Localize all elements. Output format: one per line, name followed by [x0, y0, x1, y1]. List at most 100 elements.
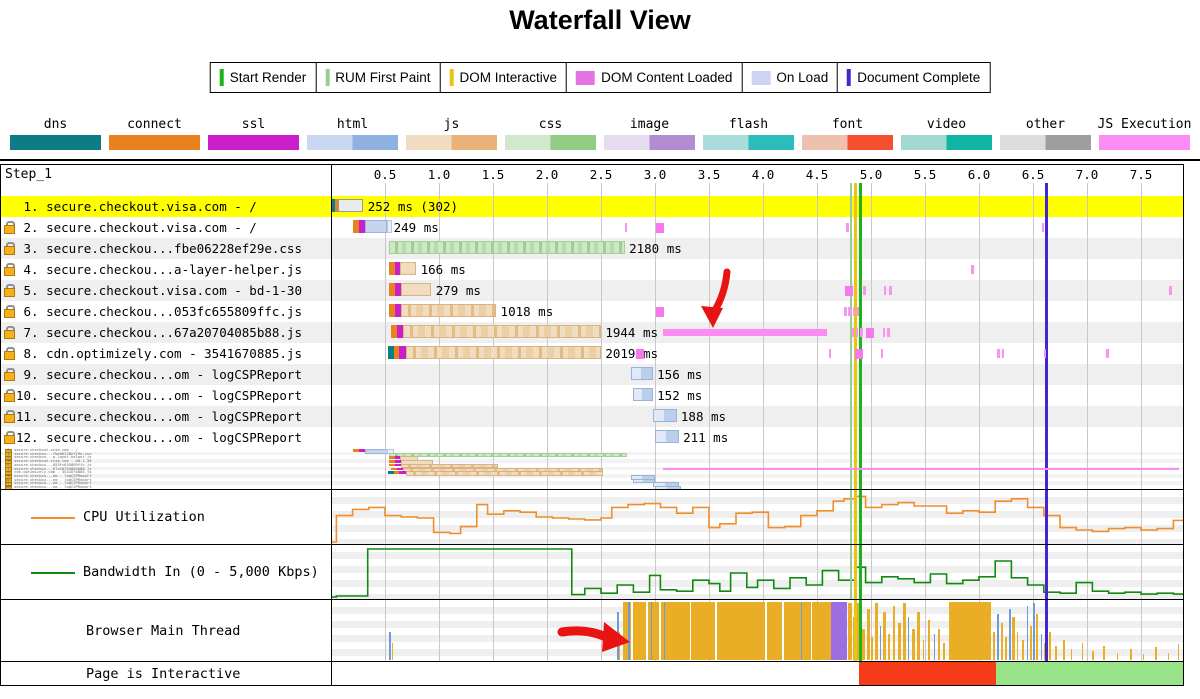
- resource-legend-label: image: [630, 117, 669, 132]
- time-tick-label: 5.5: [907, 167, 943, 182]
- js-exec-tick: [1106, 349, 1109, 358]
- event-legend-label: DOM Content Loaded: [601, 70, 732, 85]
- main-thread-spike: [1117, 653, 1118, 660]
- request-row[interactable]: 1. secure.checkout.visa.com - / 252 ms (3…: [1, 196, 1183, 217]
- request-bar-wait: [338, 199, 363, 212]
- cpu-chart: [331, 490, 1183, 544]
- event-legend: Start RenderRUM First PaintDOM Interacti…: [210, 62, 991, 93]
- request-label[interactable]: 4. secure.checkou...a-layer-helper.js: [4, 262, 302, 277]
- request-row[interactable]: 2. secure.checkout.visa.com - / 249 ms: [1, 217, 1183, 238]
- duration-label: 252 ms (302): [368, 199, 458, 214]
- js-exec-tick: [1169, 286, 1172, 295]
- duration-label: 188 ms: [681, 409, 726, 424]
- event-legend-item: Start Render: [211, 63, 317, 92]
- main-thread-spike: [1168, 653, 1169, 660]
- request-row[interactable]: 12. secure.checkou...om - logCSPReport21…: [1, 427, 1183, 448]
- page-interactive-section: Page is Interactive: [1, 661, 1183, 685]
- request-bar-ssl: [397, 325, 403, 338]
- time-tick-label: 7.0: [1069, 167, 1105, 182]
- js-exec-tick: [846, 223, 849, 232]
- request-label[interactable]: 3. secure.checkou...fbe06228ef29e.css: [4, 241, 302, 256]
- main-thread-spike: [862, 629, 864, 660]
- flash-color-bar: [703, 135, 794, 150]
- main-thread-block: [831, 602, 847, 660]
- request-row[interactable]: 11. secure.checkou...om - logCSPReport 18…: [1, 406, 1183, 427]
- request-row[interactable]: 8. cdn.optimizely.com - 3541670885.js201…: [1, 343, 1183, 364]
- resource-legend-item: css: [501, 117, 600, 150]
- js-exec-tick: [884, 286, 887, 295]
- gridline: [925, 600, 926, 661]
- main-thread-spike: [1036, 614, 1038, 660]
- main-thread-spike: [1063, 640, 1065, 660]
- request-label[interactable]: 10. secure.checkou...om - logCSPReport: [4, 388, 302, 403]
- duration-label: 249 ms: [394, 220, 439, 235]
- resource-legend-label: html: [337, 117, 368, 132]
- time-tick-label: 6.5: [1015, 167, 1051, 182]
- event-line-purple: [1045, 490, 1048, 544]
- other-color-bar: [1000, 135, 1091, 150]
- lock-icon: [4, 326, 15, 339]
- gridline: [547, 600, 548, 661]
- js-exec-block: [636, 349, 644, 359]
- image-color-bar: [604, 135, 695, 150]
- request-row[interactable]: 6. secure.checkou...053fc655809ffc.js 101…: [1, 301, 1183, 322]
- request-label[interactable]: 5. secure.checkout.visa.com - bd-1-30: [4, 283, 302, 298]
- request-row[interactable]: 10. secure.checkou...om - logCSPReport15…: [1, 385, 1183, 406]
- js-exec-tick: [1042, 223, 1045, 232]
- gridline: [493, 600, 494, 661]
- js-exec-block: [656, 307, 664, 317]
- request-label[interactable]: 8. cdn.optimizely.com - 3541670885.js: [4, 346, 302, 361]
- request-label[interactable]: 9. secure.checkou...om - logCSPReport: [4, 367, 302, 382]
- resource-legend-label: dns: [44, 117, 67, 132]
- event-legend-label: On Load: [776, 70, 828, 85]
- duration-label: 2180 ms: [629, 241, 682, 256]
- duration-label: 166 ms: [421, 262, 466, 277]
- main-thread-block: [623, 602, 831, 660]
- request-label[interactable]: 6. secure.checkou...053fc655809ffc.js: [4, 304, 302, 319]
- main-thread-spike: [997, 614, 999, 660]
- resource-legend-label: ssl: [242, 117, 265, 132]
- resource-legend-item: font: [798, 117, 897, 150]
- request-bar-html: [365, 220, 387, 233]
- request-label[interactable]: 12. secure.checkou...om - logCSPReport: [4, 430, 302, 445]
- main-thread-label: Browser Main Thread: [86, 623, 240, 639]
- main-thread-spike: [1030, 626, 1032, 660]
- interactive-green-block: [996, 662, 1183, 685]
- main-thread-gap: [782, 602, 784, 660]
- request-row[interactable]: 4. secure.checkou...a-layer-helper.js 166…: [1, 259, 1183, 280]
- resource-legend-item: dns: [6, 117, 105, 150]
- connect-color-bar: [109, 135, 200, 150]
- request-label[interactable]: 11. secure.checkou...om - logCSPReport: [4, 409, 302, 424]
- request-row[interactable]: 9. secure.checkou...om - logCSPReport156…: [1, 364, 1183, 385]
- resource-legend-item: video: [897, 117, 996, 150]
- main-thread-spike: [888, 634, 890, 660]
- main-thread-spike: [934, 634, 936, 660]
- time-tick-label: 4.0: [745, 167, 781, 182]
- request-bar-html_light: [387, 220, 392, 233]
- event-line-yellow: [854, 490, 857, 544]
- event-legend-label: Document Complete: [857, 70, 980, 85]
- duration-label: 1018 ms: [501, 304, 554, 319]
- request-bar-js_striped: [401, 304, 496, 317]
- resource-legend-item: js: [402, 117, 501, 150]
- request-label[interactable]: 7. secure.checkou...67a20704085b88.js: [4, 325, 302, 340]
- main-thread-spike: [875, 603, 878, 660]
- js-exec-tick: [853, 307, 856, 316]
- request-label[interactable]: 1. secure.checkout.visa.com - /: [4, 199, 257, 214]
- duration-label: 1944 ms: [605, 325, 658, 340]
- request-label[interactable]: 2. secure.checkout.visa.com - /: [4, 220, 257, 235]
- time-tick-label: 6.0: [961, 167, 997, 182]
- request-row[interactable]: 3. secure.checkou...fbe06228ef29e.css 218…: [1, 238, 1183, 259]
- JS Execution-color-bar: [1099, 135, 1190, 150]
- request-bar-js: [401, 283, 431, 296]
- time-tick-label: 2.5: [583, 167, 619, 182]
- request-row[interactable]: 7. secure.checkou...67a20704085b88.js 194…: [1, 322, 1183, 343]
- event-line-yellow: [854, 600, 857, 661]
- gridline: [439, 600, 440, 661]
- dom-content-loaded-chip: [576, 71, 595, 85]
- request-row[interactable]: 5. secure.checkout.visa.com - bd-1-30279…: [1, 280, 1183, 301]
- main-thread-spike: [1049, 632, 1051, 661]
- main-thread-spike: [1092, 651, 1093, 660]
- js-exec-tick: [844, 307, 847, 316]
- resource-legend-label: other: [1026, 117, 1065, 132]
